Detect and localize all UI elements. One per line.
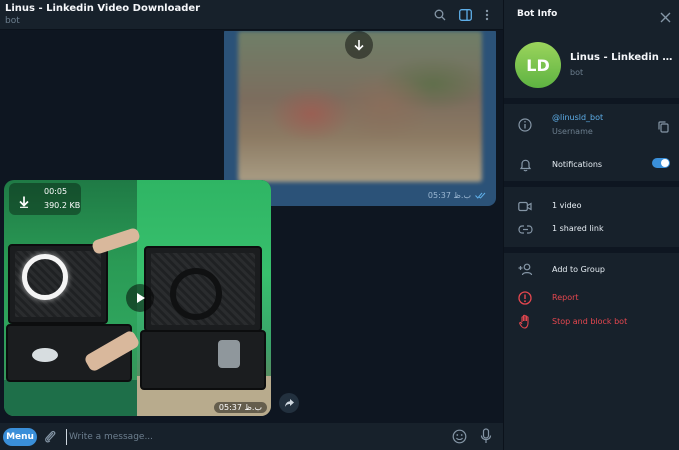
username-link[interactable]: @linusld_bot — [552, 113, 603, 122]
divider — [504, 98, 679, 104]
bell-icon — [517, 157, 533, 173]
close-icon[interactable] — [660, 8, 671, 27]
incoming-video-message[interactable]: 00:05 390.2 KB 05:37 ب.ظ — [4, 180, 271, 416]
link-icon — [517, 221, 533, 237]
chat-subtitle: bot — [5, 16, 20, 26]
add-user-icon — [517, 261, 533, 277]
time-label: 05:37 ب.ظ — [427, 191, 471, 200]
paperclip-icon[interactable] — [43, 429, 57, 448]
forward-icon[interactable] — [279, 393, 299, 413]
notifications-label[interactable]: Notifications — [552, 160, 602, 169]
message-input[interactable] — [66, 429, 436, 445]
video-icon — [517, 198, 533, 214]
message-composer: Menu — [0, 423, 503, 450]
download-icon[interactable] — [18, 193, 30, 212]
chat-title[interactable]: Linus - Linkedin Video Downloader — [5, 3, 200, 14]
chat-header[interactable]: Linus - Linkedin Video Downloader bot — [0, 0, 503, 30]
shared-links-count[interactable]: 1 shared link — [552, 224, 604, 233]
telegram-window: Linus - Linkedin Video Downloader bot 05… — [0, 0, 679, 450]
divider — [504, 247, 679, 253]
bot-kind: bot — [570, 68, 584, 77]
item-bottle — [218, 340, 240, 368]
chat-area: Linus - Linkedin Video Downloader bot 05… — [0, 0, 503, 450]
ring-light-folded — [170, 268, 222, 320]
report-icon — [517, 290, 533, 306]
panel-title: Bot Info — [517, 9, 558, 19]
divider — [504, 181, 679, 187]
toggle-knob — [661, 159, 669, 167]
emoji-icon[interactable] — [452, 429, 467, 448]
videos-count[interactable]: 1 video — [552, 201, 581, 210]
sidebar-toggle-icon[interactable] — [457, 7, 473, 23]
video-size: 390.2 KB — [44, 201, 81, 210]
bot-name: Linus - Linkedin Video Downloader — [570, 52, 674, 63]
notifications-toggle[interactable] — [652, 158, 670, 168]
read-checks-icon — [475, 192, 486, 199]
download-icon[interactable] — [345, 31, 373, 59]
copy-icon[interactable] — [658, 118, 669, 137]
message-time: 05:37 ب.ظ — [213, 402, 267, 413]
message-list[interactable]: 05:37 ب.ظ 00:05 390.2 KB 05:37 ب.ظ — [0, 31, 503, 423]
ring-light — [22, 254, 68, 300]
hand-stop-icon — [517, 313, 533, 329]
play-icon[interactable] — [126, 284, 154, 312]
floor-left — [4, 380, 137, 416]
video-info-badge[interactable]: 00:05 390.2 KB — [9, 183, 81, 215]
bot-menu-button[interactable]: Menu — [3, 428, 37, 446]
bot-info-panel: Bot Info LD Linus - Linkedin Video Downl… — [503, 0, 679, 450]
sticker-disk — [32, 348, 58, 362]
more-vertical-icon[interactable] — [479, 7, 495, 23]
video-duration: 00:05 — [44, 187, 68, 196]
search-icon[interactable] — [432, 7, 448, 23]
add-to-group-button[interactable]: Add to Group — [552, 265, 605, 274]
avatar[interactable]: LD — [515, 42, 561, 88]
message-time: 05:37 ب.ظ — [428, 191, 487, 200]
info-icon — [517, 117, 533, 133]
stop-and-block-button[interactable]: Stop and block bot — [552, 317, 627, 326]
username-label: Username — [552, 127, 593, 136]
microphone-icon[interactable] — [480, 428, 492, 448]
report-button[interactable]: Report — [552, 293, 579, 302]
case-base-right — [140, 330, 266, 390]
